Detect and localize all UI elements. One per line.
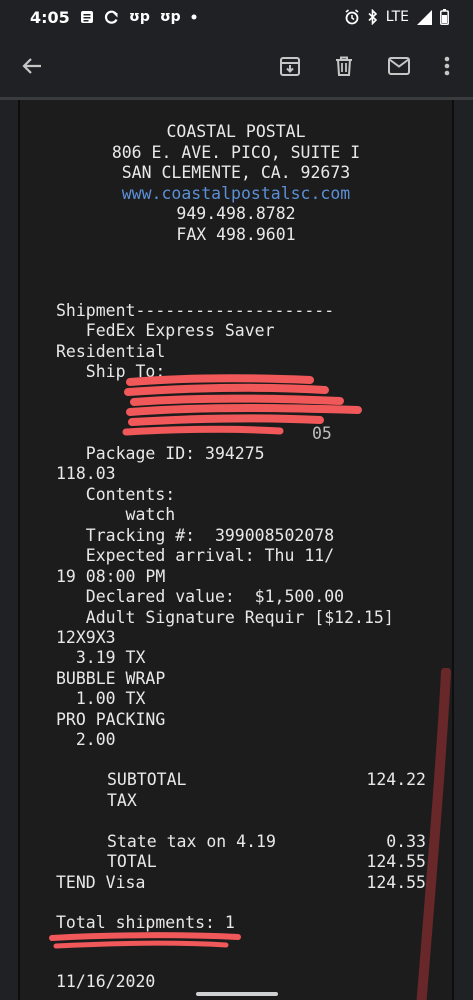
receipt-line: BUBBLE WRAP	[56, 669, 166, 688]
delete-icon[interactable]	[330, 52, 358, 80]
receipt-line: 2.00	[56, 730, 116, 749]
receipt-line: 1.00 TX	[56, 689, 146, 708]
total-amount: 124.55	[366, 852, 426, 871]
bluetooth-icon	[368, 9, 377, 25]
archive-icon[interactable]	[276, 52, 304, 80]
network-type: LTE	[385, 9, 409, 25]
receipt-date-partial: 11/16/2020	[56, 972, 156, 991]
back-arrow-icon[interactable]	[18, 52, 46, 80]
message-icon	[81, 11, 93, 23]
status-bar: 4:05 ʊp ʊp LTE	[0, 0, 473, 36]
receipt-line: Adult Signature Requir [$12.15]	[56, 608, 394, 627]
receipt-line: 118.03	[56, 464, 116, 483]
state-tax-amount: 0.33	[386, 832, 426, 851]
receipt-line: Package ID: 394275	[56, 444, 265, 463]
receipt-line: Contents:	[56, 485, 176, 504]
system-icons: LTE	[344, 9, 449, 25]
store-name: COASTAL POSTAL	[166, 122, 306, 141]
mail-icon[interactable]	[385, 52, 413, 80]
alarm-icon	[345, 9, 359, 25]
marker-stroke	[416, 668, 451, 1000]
subtotal-amount: 124.22	[366, 770, 426, 789]
upwork-icon: ʊp	[159, 9, 181, 25]
signal-icon	[417, 9, 432, 25]
store-address-line1: 806 E. AVE. PICO, SUITE I	[111, 143, 361, 162]
store-website-link[interactable]: www.coastalpostalsc.com	[20, 184, 452, 204]
store-phone: 949.498.8782	[176, 204, 296, 223]
dot-icon	[191, 14, 197, 20]
receipt-line: 3.19 TX	[56, 648, 146, 667]
receipt-line: Shipment--------------------	[56, 301, 335, 320]
redaction-underline	[49, 932, 241, 949]
receipt-image: COASTAL POSTAL 806 E. AVE. PICO, SUITE I…	[18, 100, 454, 1000]
store-fax: FAX 498.9601	[176, 225, 296, 244]
redaction-scribble	[122, 374, 362, 436]
receipt-line: Residential	[56, 342, 166, 361]
receipt-line: Tracking #: 399008502078	[56, 526, 335, 545]
gesture-nav-handle[interactable]	[196, 992, 278, 996]
receipt-line: 12X9X3	[56, 628, 116, 647]
tender-amount: 124.55	[366, 873, 426, 892]
receipt-line: PRO PACKING	[56, 710, 166, 729]
battery-icon	[440, 9, 449, 25]
tax-label: TAX	[107, 791, 137, 810]
receipt-line: Declared value: $1,500.00	[56, 587, 345, 606]
receipt-line: Expected arrival: Thu 11/	[56, 546, 335, 565]
sync-icon	[104, 10, 118, 24]
status-time: 4:05	[30, 8, 70, 27]
receipt-line: watch	[56, 505, 176, 524]
store-address-line2: SAN CLEMENTE, CA. 92673	[121, 163, 351, 182]
receipt-line: FedEx Express Saver	[56, 321, 275, 340]
email-toolbar	[0, 36, 473, 96]
more-icon[interactable]	[433, 52, 461, 80]
receipt-line: 19 08:00 PM	[56, 567, 166, 586]
upwork-icon: ʊp	[129, 9, 150, 25]
notification-icons: ʊp ʊp	[80, 9, 197, 25]
